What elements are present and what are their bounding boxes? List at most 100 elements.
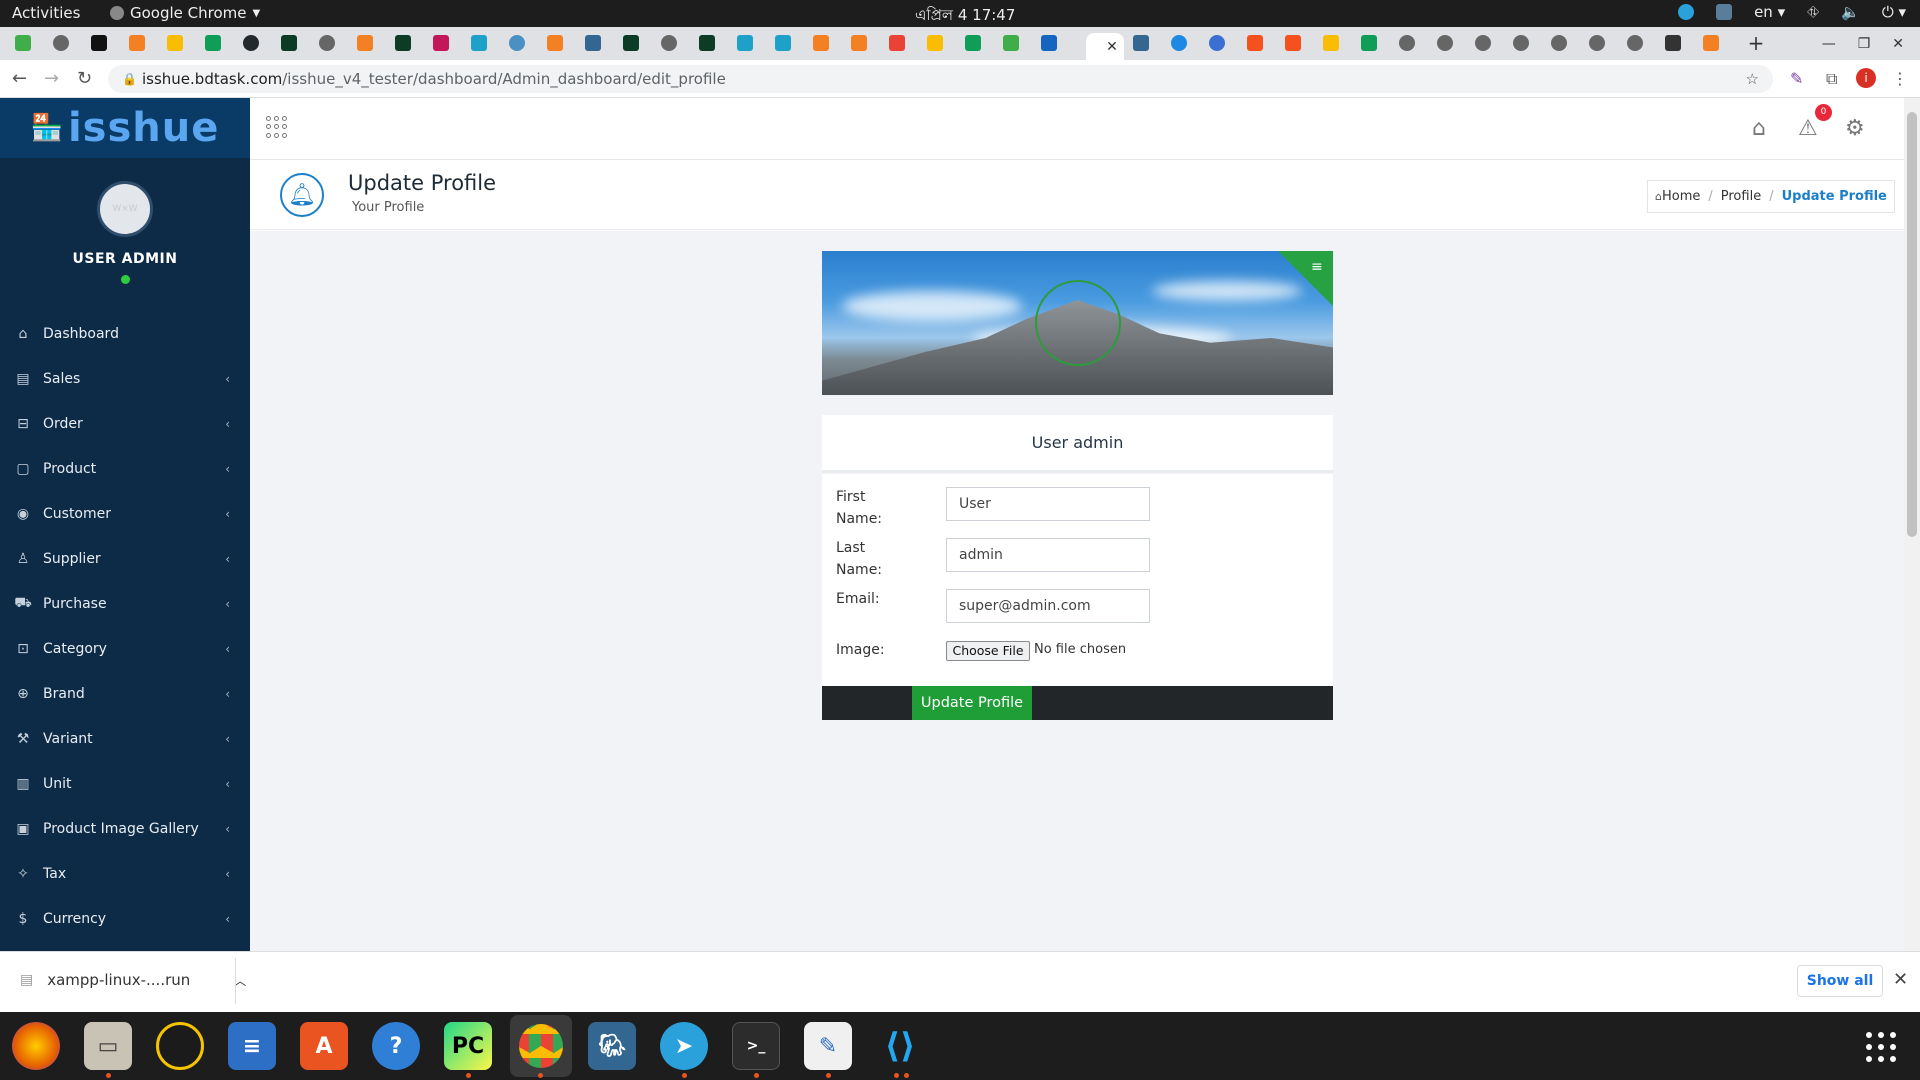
scrollbar-thumb[interactable] [1907,112,1917,537]
browser-tab[interactable] [1624,33,1646,53]
browser-tab[interactable] [1320,33,1342,53]
close-window-icon[interactable]: ✕ [1892,36,1904,52]
browser-tab[interactable] [1396,33,1418,53]
last-name-field[interactable] [946,538,1150,572]
chevron-up-icon[interactable]: ︿ [234,972,246,989]
browser-tab[interactable] [392,33,414,53]
restore-icon[interactable]: ❐ [1858,36,1871,52]
pgadmin-icon[interactable]: 🐘︎ [588,1022,636,1070]
browser-tab[interactable] [1700,33,1722,53]
chrome-menu-icon[interactable]: ⋮ [1892,69,1908,88]
system-tray[interactable]: en ▾ ⛗ 🔈 ⏻ ▾ [1678,3,1906,21]
text-document-icon[interactable]: ≡ [228,1022,276,1070]
telegram-tray-icon[interactable] [1678,4,1695,20]
browser-tab[interactable] [1206,33,1228,53]
browser-tab[interactable] [278,33,300,53]
browser-tab[interactable] [202,33,224,53]
vscode-icon[interactable]: ⟨⟩ [876,1022,924,1070]
pycharm-icon[interactable]: PC [444,1022,492,1070]
browser-tab[interactable] [544,33,566,53]
browser-tab[interactable] [354,33,376,53]
apps-grid-icon[interactable] [266,116,288,138]
sidebar-item-brand[interactable]: ⊕ Brand ‹ [0,672,250,716]
sidebar-item-order[interactable]: ⊟ Order ‹ [0,402,250,446]
back-icon[interactable]: ← [12,68,27,89]
breadcrumb-profile[interactable]: Profile [1721,189,1761,204]
sidebar-item-supplier[interactable]: ♙ Supplier ‹ [0,537,250,581]
lock-icon[interactable]: 🔒 [122,65,137,93]
sidebar-item-purchase[interactable]: ⛟ Purchase ‹ [0,582,250,626]
sidebar-item-category[interactable]: ⊡ Category ‹ [0,627,250,671]
email-field[interactable] [946,589,1150,623]
files-icon[interactable]: ▭ [84,1022,132,1070]
browser-tab[interactable] [1282,33,1304,53]
browser-tab[interactable] [1358,33,1380,53]
browser-tab[interactable] [468,33,490,53]
sidebar-item-variant[interactable]: ⚒ Variant ‹ [0,717,250,761]
address-bar[interactable]: 🔒 isshue.bdtask.com/isshue_v4_tester/das… [108,65,1773,93]
home-icon[interactable]: ⌂ [1752,116,1766,141]
browser-tab[interactable] [1586,33,1608,53]
browser-tab[interactable] [582,33,604,53]
browser-tab[interactable] [1000,33,1022,53]
download-item[interactable]: ▤ xampp-linux-....run ︿ [20,971,246,989]
sidebar-item-tax[interactable]: ✧ Tax ‹ [0,852,250,896]
choose-file-button[interactable]: Choose File [946,641,1030,661]
browser-tab[interactable] [1244,33,1266,53]
browser-tab[interactable] [886,33,908,53]
chrome-dock-active[interactable] [510,1015,572,1077]
browser-tab[interactable] [126,33,148,53]
firefox-icon[interactable] [12,1022,60,1070]
sidebar-item-customer[interactable]: ◉ Customer ‹ [0,492,250,536]
software-store-icon[interactable]: A [300,1022,348,1070]
browser-tab[interactable] [1662,33,1684,53]
avatar[interactable]: W×W [97,181,153,237]
active-browser-tab[interactable]: ✕ [1086,33,1124,60]
browser-tab[interactable] [316,33,338,53]
rhythmbox-icon[interactable] [156,1022,204,1070]
update-profile-button[interactable]: Update Profile [912,686,1032,720]
clock[interactable]: এপ্রিল 4 17:47 [915,4,1015,29]
browser-tab[interactable] [810,33,832,53]
browser-tab[interactable] [12,33,34,53]
power-icon[interactable]: ⏻ ▾ [1882,3,1906,21]
sidebar-item-currency[interactable]: $ Currency ‹ [0,897,250,941]
bookmark-star-icon[interactable]: ☆ [1746,65,1759,93]
show-applications-icon[interactable] [1866,1032,1896,1062]
update-tray-icon[interactable] [1716,4,1733,20]
app-menu[interactable]: Google Chrome ▼ [110,4,260,22]
close-icon[interactable]: ✕ [1106,39,1118,55]
browser-tab[interactable] [430,33,452,53]
extensions-puzzle-icon[interactable]: ⧉ [1826,69,1837,89]
browser-tab[interactable] [1168,33,1190,53]
sidebar-item-product-image-gallery[interactable]: ▣ Product Image Gallery ‹ [0,807,250,851]
browser-tab[interactable] [772,33,794,53]
browser-tab[interactable] [924,33,946,53]
hamburger-menu-icon[interactable]: ≡ [1311,259,1323,275]
app-logo[interactable]: 🏪 isshue [0,98,250,158]
sidebar-item-unit[interactable]: ▥ Unit ‹ [0,762,250,806]
terminal-icon[interactable]: >_ [732,1022,780,1070]
close-icon[interactable]: ✕ [1893,969,1908,990]
settings-gear-icon[interactable]: ⚙ [1845,116,1865,141]
browser-tab[interactable] [848,33,870,53]
browser-tab[interactable] [696,33,718,53]
minimize-icon[interactable]: — [1822,36,1836,52]
browser-tab[interactable] [1038,33,1060,53]
activities-button[interactable]: Activities [12,4,80,22]
browser-tab[interactable] [164,33,186,53]
browser-tab[interactable] [1510,33,1532,53]
text-editor-icon[interactable]: ✎ [804,1022,852,1070]
reload-icon[interactable]: ↻ [77,68,92,89]
forward-icon[interactable]: → [44,68,59,89]
browser-tab[interactable] [962,33,984,53]
browser-tab[interactable] [1472,33,1494,53]
extension-pen-icon[interactable]: ✎ [1790,69,1803,88]
sidebar-item-product[interactable]: ▢ Product ‹ [0,447,250,491]
browser-tab[interactable] [50,33,72,53]
warning-icon[interactable]: ⚠ [1798,116,1818,141]
new-tab-button[interactable]: + [1745,31,1767,55]
browser-tab[interactable] [240,33,262,53]
browser-tab[interactable] [658,33,680,53]
profile-avatar-icon[interactable]: i [1856,68,1876,88]
